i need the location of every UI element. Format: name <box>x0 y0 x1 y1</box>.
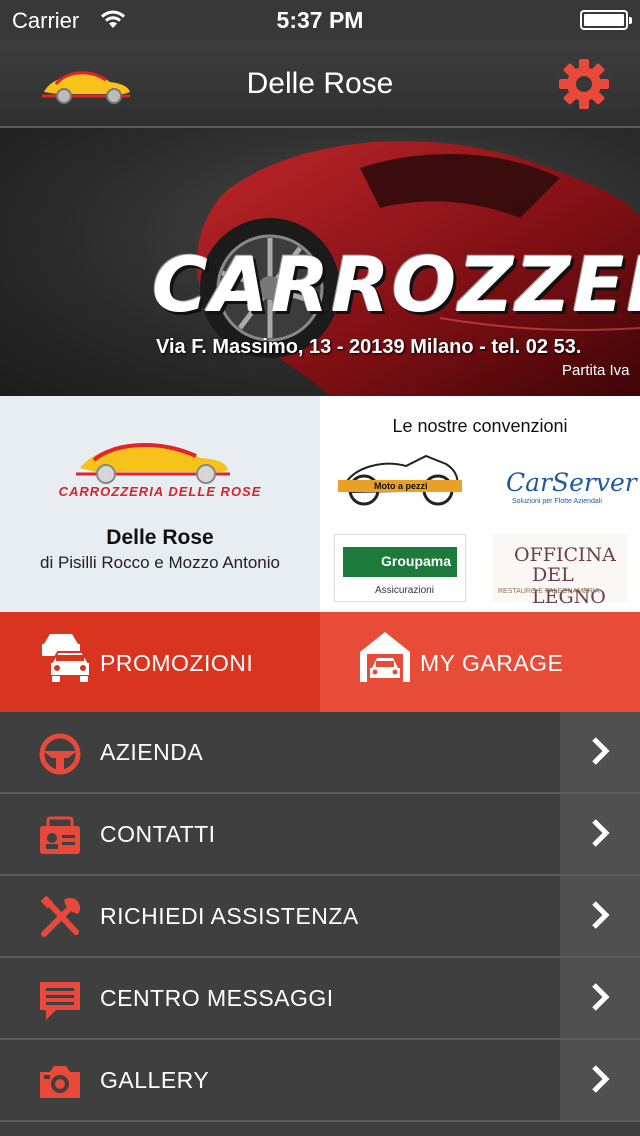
partner-legno-tagline: RESTAURO E FALEGNAMERIA <box>498 588 600 595</box>
partner-legno-line1: OFFICINA <box>514 544 616 566</box>
partner-carserver-text: CarServer <box>506 468 637 497</box>
my-garage-button[interactable]: MY GARAGE <box>320 612 640 712</box>
page-title: Delle Rose <box>246 67 394 100</box>
promotions-button[interactable]: PROMOZIONI <box>0 612 320 712</box>
promotions-label: PROMOZIONI <box>100 650 254 676</box>
menu-label: CONTATTI <box>100 821 216 847</box>
menu-item-gallery[interactable]: GALLERY <box>0 1040 640 1122</box>
company-name: Delle Rose <box>106 526 214 549</box>
partner-groupama-logo[interactable]: Groupama Assicurazioni <box>334 534 466 602</box>
conventions-title: Le nostre convenzioni <box>392 416 568 436</box>
chevron-right-icon[interactable] <box>560 712 640 792</box>
company-owners: di Pisilli Rocco e Mozzo Antonio <box>39 553 280 572</box>
partner-legno-line2: DEL LEGNO <box>532 564 606 608</box>
nav-bar: Delle Rose <box>0 40 640 128</box>
tools-icon <box>38 895 82 940</box>
my-garage-label: MY GARAGE <box>420 650 564 676</box>
banner-wordmark: CARROZZERI <box>152 240 640 329</box>
banner-piva: Partita Iva <box>562 362 630 379</box>
gear-icon[interactable] <box>558 58 610 115</box>
menu-label: AZIENDA <box>100 739 204 765</box>
partner-groupama-tagline: Assicurazioni <box>375 585 434 596</box>
message-icon <box>38 978 82 1022</box>
steering-wheel-icon <box>38 732 82 776</box>
battery-icon <box>580 10 632 30</box>
main-menu: AZIENDA CONTATTI RICHIEDI ASSISTENZA CEN… <box>0 712 640 1122</box>
partner-moto-a-pezzi-logo[interactable]: Moto a pezzi <box>334 446 466 510</box>
menu-label: RICHIEDI ASSISTENZA <box>100 903 359 929</box>
chevron-right-icon[interactable] <box>560 958 640 1038</box>
company-logo-icon <box>36 434 284 489</box>
company-logo-text: CARROZZERIA DELLE ROSE <box>58 484 262 499</box>
menu-item-centro-messaggi[interactable]: CENTRO MESSAGGI <box>0 958 640 1040</box>
menu-item-richiedi-assistenza[interactable]: RICHIEDI ASSISTENZA <box>0 876 640 958</box>
chevron-right-icon[interactable] <box>560 876 640 956</box>
menu-label: GALLERY <box>100 1067 210 1093</box>
chevron-right-icon[interactable] <box>560 794 640 874</box>
chevron-right-icon[interactable] <box>560 1040 640 1120</box>
partner-carserver-logo[interactable]: CarServer Soluzioni per Flotte Aziendali <box>500 448 637 512</box>
partner-officina-legno-logo[interactable]: OFFICINA DEL LEGNO RESTAURO E FALEGNAMER… <box>492 534 628 608</box>
partner-moto-text: Moto a pezzi <box>374 481 428 491</box>
clock: 5:37 PM <box>276 7 364 33</box>
menu-label: CENTRO MESSAGGI <box>100 985 334 1011</box>
company-card: CARROZZERIA DELLE ROSE Delle Rose di Pis… <box>0 396 320 612</box>
garage-icon <box>358 630 412 691</box>
partner-carserver-tagline: Soluzioni per Flotte Aziendali <box>512 498 602 505</box>
partner-groupama-text: Groupama <box>381 553 452 569</box>
camera-icon <box>38 1060 82 1104</box>
banner-address: Via F. Massimo, 13 - 20139 Milano - tel.… <box>156 336 582 358</box>
cars-icon <box>38 630 92 691</box>
status-bar: Carrier 5:37 PM <box>0 0 640 40</box>
menu-item-azienda[interactable]: AZIENDA <box>0 712 640 794</box>
hero-banner: CARROZZERI Via F. Massimo, 13 - 20139 Mi… <box>0 128 640 396</box>
menu-item-contatti[interactable]: CONTATTI <box>0 794 640 876</box>
contact-card-icon <box>38 814 82 858</box>
conventions-panel: Le nostre convenzioni Moto a pezzi CarSe… <box>320 396 640 612</box>
